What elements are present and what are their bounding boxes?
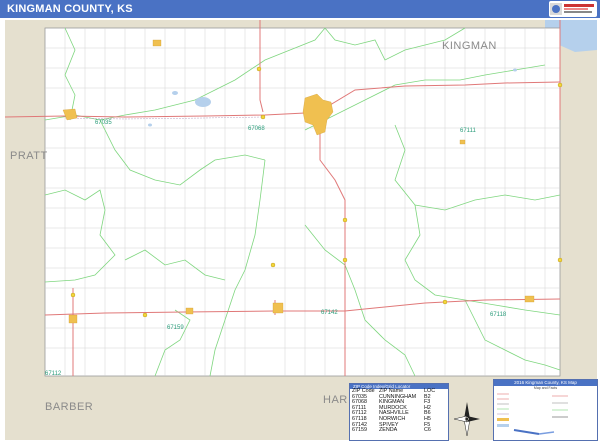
compass-rose-icon (453, 402, 480, 437)
county-label-barber: BARBER (45, 401, 94, 413)
title-bar: KINGMAN COUNTY, KS (0, 0, 600, 18)
map-publisher-logo (549, 1, 597, 17)
zip-code-cell: 67159 (352, 427, 367, 434)
zip-label-67035: 67035 (95, 120, 112, 126)
table-row: 67159 ZENDA C6 (350, 428, 448, 434)
zip-code-index-table: ZIP Code Index/Grid Locator ZIP Code ZIP… (349, 383, 449, 441)
zip-label-67112: 67112 (45, 371, 62, 377)
county-label-pratt: PRATT (10, 150, 48, 162)
pond-1 (195, 97, 211, 107)
zip-loc-cell: C6 (424, 427, 431, 434)
norwich-city (524, 295, 535, 303)
nashville-city (68, 314, 78, 324)
zip-name-cell: ZENDA (379, 427, 398, 434)
spivey-city (272, 302, 284, 314)
north-town (152, 39, 162, 47)
zip-label-67118: 67118 (490, 312, 507, 318)
zip-label-67111: 67111 (460, 128, 476, 134)
map-legend: 2016 Kingman County, KS Map Map and Fact… (493, 379, 598, 441)
county-label-harper: HAR (323, 394, 348, 406)
county-area (44, 27, 561, 377)
zenda-city (185, 307, 194, 315)
murdock-city (459, 139, 466, 145)
zip-label-67159: 67159 (167, 325, 184, 331)
county-label-kingman: KINGMAN (442, 40, 497, 52)
pond-3 (148, 123, 152, 127)
zip-label-67142: 67142 (321, 310, 338, 316)
map-canvas (4, 20, 597, 440)
county-map[interactable]: KINGMAN PRATT BARBER HAR 67035 67068 671… (4, 20, 597, 440)
pond-4 (513, 68, 517, 72)
pond-2 (172, 91, 178, 95)
zip-label-67068: 67068 (248, 126, 265, 132)
map-title: KINGMAN COUNTY, KS (7, 3, 133, 15)
legend-symbols (497, 393, 568, 435)
